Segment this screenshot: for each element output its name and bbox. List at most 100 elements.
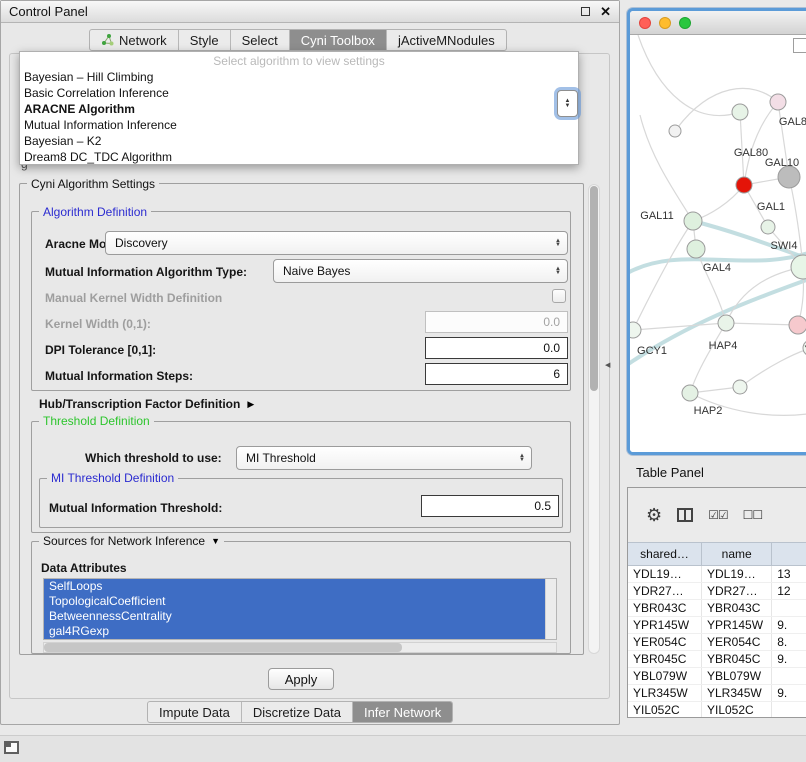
navigator-toggle[interactable] [793, 38, 806, 53]
dropdown-item[interactable]: Basic Correlation Inference [20, 85, 578, 101]
settings-gear-icon[interactable]: ⚙ [646, 505, 662, 526]
network-node[interactable] [718, 315, 734, 331]
network-node[interactable] [669, 125, 681, 137]
manual-kernel-checkbox[interactable] [552, 289, 566, 303]
mi-steps-input[interactable]: 6 [425, 363, 568, 385]
dropdown-item[interactable]: Bayesian – Hill Climbing [20, 69, 578, 85]
network-node[interactable] [630, 322, 641, 338]
data-attributes-label: Data Attributes [41, 561, 127, 575]
table-row[interactable]: YIL052CYIL052C [628, 702, 806, 718]
status-bar [0, 735, 806, 762]
list-item[interactable]: SelfLoops [44, 579, 545, 594]
network-node[interactable] [761, 220, 775, 234]
columns-icon-divider [684, 510, 686, 520]
column-header[interactable] [772, 543, 806, 565]
table-row[interactable]: YBL079WYBL079W [628, 668, 806, 685]
apply-button[interactable]: Apply [268, 668, 334, 690]
which-threshold-select[interactable]: MI Threshold ▲▼ [236, 446, 532, 470]
network-node[interactable] [789, 316, 806, 334]
network-node-label: HAP2 [694, 405, 723, 417]
mi-threshold-group-title: MI Threshold Definition [47, 471, 178, 485]
aracne-mode-select[interactable]: Discovery ▲▼ [105, 231, 568, 255]
cyni-settings-group-title: Cyni Algorithm Settings [27, 177, 159, 191]
select-all-icon[interactable]: ☑☑ [708, 508, 728, 522]
table-panel-title: Table Panel [636, 465, 704, 480]
network-node[interactable] [733, 380, 747, 394]
combo-arrows-icon: ▲▼ [549, 239, 561, 248]
network-node[interactable] [778, 166, 800, 188]
table-row[interactable]: YLR345WYLR345W9. [628, 685, 806, 702]
table-cell: YLR345W [702, 685, 772, 701]
table-cell: YDR27… [628, 583, 702, 599]
zoom-traffic-light[interactable] [679, 17, 691, 29]
kernel-width-input[interactable]: 0.0 [425, 311, 568, 333]
table-cell: YBR045C [628, 651, 702, 667]
table-cell [772, 600, 806, 616]
deselect-all-icon[interactable]: ☐☐ [743, 508, 763, 522]
network-node[interactable] [736, 177, 752, 193]
dropdown-item[interactable]: Dream8 DC_TDC Algorithm [20, 149, 578, 165]
tab-discretize-data[interactable]: Discretize Data [242, 702, 353, 722]
table-cell: 9. [772, 617, 806, 633]
network-node[interactable] [684, 212, 702, 230]
close-traffic-light[interactable] [639, 17, 651, 29]
chevron-down-icon: ▼ [211, 534, 220, 548]
list-vertical-scrollbar[interactable] [545, 579, 556, 639]
tab-impute-data[interactable]: Impute Data [148, 702, 242, 722]
table-row[interactable]: YDR27…YDR27…12 [628, 583, 806, 600]
scrollbar-thumb[interactable] [590, 186, 598, 391]
minimize-traffic-light[interactable] [659, 17, 671, 29]
network-node[interactable] [732, 104, 748, 120]
settings-scrollbar[interactable] [588, 184, 600, 654]
float-window-icon[interactable] [581, 7, 590, 16]
tab-network[interactable]: Network [90, 30, 179, 50]
dropdown-item-selected[interactable]: ARACNE Algorithm [20, 101, 578, 117]
column-header[interactable]: shared… [628, 543, 702, 565]
hub-section-label: Hub/Transcription Factor Definition [39, 397, 240, 411]
tab-infer-network[interactable]: Infer Network [353, 702, 452, 722]
table-cell: YDL19… [702, 566, 772, 582]
list-item[interactable]: BetweennessCentrality [44, 609, 545, 624]
close-window-icon[interactable]: ✕ [600, 4, 611, 20]
list-horizontal-scrollbar[interactable] [43, 642, 557, 653]
network-canvas[interactable]: GAL8GAL80GAL10GAL11GAL1SWI4GAL4GCY1HAP4H… [630, 35, 806, 452]
network-node[interactable] [687, 240, 705, 258]
columns-icon[interactable] [677, 508, 693, 522]
table-cell: YBR045C [702, 651, 772, 667]
sources-section-toggle[interactable]: Sources for Network Inference ▼ [39, 534, 224, 548]
mi-type-select[interactable]: Naive Bayes ▲▼ [273, 259, 568, 283]
tab-style[interactable]: Style [179, 30, 231, 50]
dropdown-item[interactable]: Mutual Information Inference [20, 117, 578, 133]
window-title: Control Panel [9, 4, 88, 19]
control-panel-tabs: Network Style Select Cyni Toolbox jActiv… [89, 29, 507, 51]
mi-threshold-input[interactable]: 0.5 [421, 495, 559, 517]
table-cell: YER054C [628, 634, 702, 650]
network-node[interactable] [682, 385, 698, 401]
network-node[interactable] [770, 94, 786, 110]
table-row[interactable]: YPR145WYPR145W9. [628, 617, 806, 634]
mi-type-label: Mutual Information Algorithm Type: [45, 265, 247, 279]
hub-section-toggle[interactable]: Hub/Transcription Factor Definition ▶ [39, 397, 254, 411]
panel-toggle-icon[interactable] [4, 741, 19, 754]
network-node-label: GAL10 [765, 157, 799, 169]
table-row[interactable]: YBR043CYBR043C [628, 600, 806, 617]
list-item[interactable]: gal4RGexp [44, 624, 545, 639]
splitter-handle-icon[interactable]: ◀ [605, 361, 610, 369]
algorithm-combo-spinner[interactable]: ▲▼ [557, 90, 578, 117]
chevron-right-icon: ▶ [247, 399, 254, 410]
table-row[interactable]: YER054CYER054C8. [628, 634, 806, 651]
control-panel-titlebar: Control Panel ✕ [1, 1, 619, 23]
table-row[interactable]: YBR045CYBR045C9. [628, 651, 806, 668]
column-header[interactable]: name [702, 543, 772, 565]
algorithm-definition-title: Algorithm Definition [39, 205, 151, 219]
scrollbar-thumb[interactable] [44, 643, 402, 652]
dropdown-item[interactable]: Bayesian – K2 [20, 133, 578, 149]
dpi-tolerance-label: DPI Tolerance [0,1]: [45, 343, 156, 357]
list-item[interactable]: TopologicalCoefficient [44, 594, 545, 609]
table-cell: YIL052C [628, 702, 702, 718]
table-row[interactable]: YDL19…YDL19…13 [628, 566, 806, 583]
dpi-tolerance-input[interactable]: 0.0 [425, 337, 568, 359]
tab-cyni-toolbox[interactable]: Cyni Toolbox [290, 30, 387, 50]
tab-jactivemodules[interactable]: jActiveMNodules [387, 30, 506, 50]
tab-select[interactable]: Select [231, 30, 290, 50]
